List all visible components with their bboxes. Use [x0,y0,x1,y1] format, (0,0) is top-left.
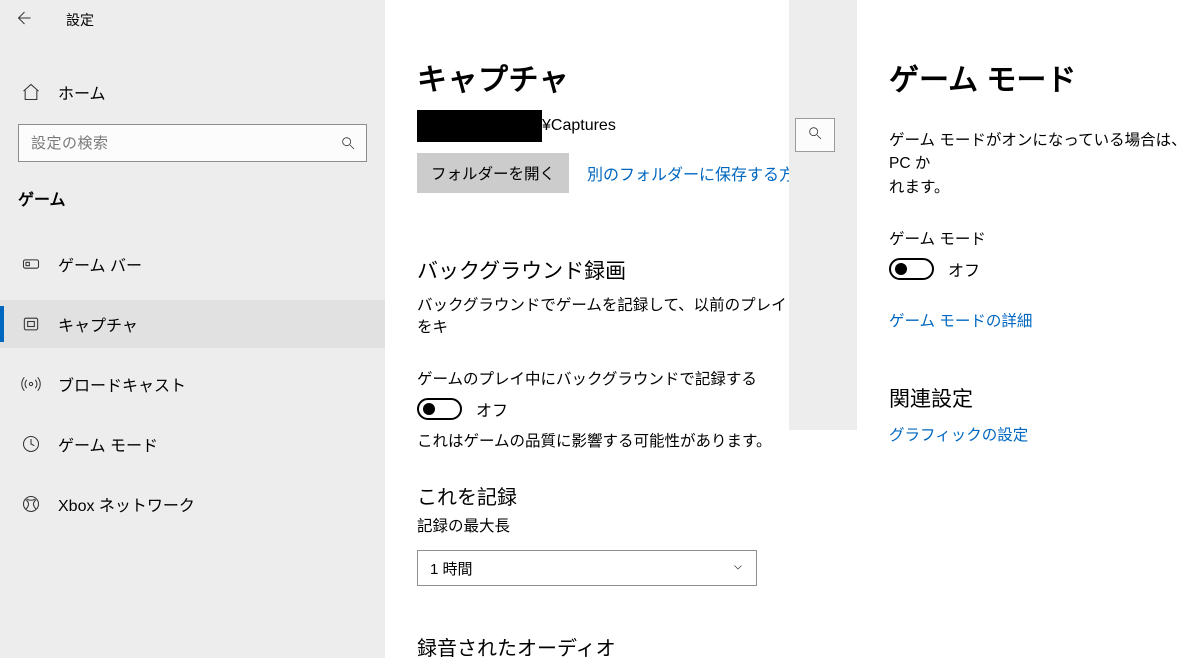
xbox-icon [20,493,42,515]
game-mode-panel: ゲーム モード ゲーム モードがオンになっている場合は、PC か れます。 ゲー… [857,0,1200,658]
redacted-path [417,110,542,142]
record-this-heading: これを記録 [417,481,857,510]
capture-icon [20,313,42,335]
sidebar-item-captures[interactable]: キャプチャ [0,300,385,348]
game-mode-details-link[interactable]: ゲーム モードの詳細 [889,313,1032,330]
arrow-left-icon [14,9,32,31]
select-value: 1 時間 [430,558,473,579]
titlebar: 設定 [0,0,385,40]
overlay-search-button[interactable] [795,118,835,152]
sidebar-item-xbox-network[interactable]: Xbox ネットワーク [0,480,385,528]
sidebar-item-label: ゲーム バー [58,252,142,276]
sidebar-item-label: Xbox ネットワーク [58,492,195,516]
sidebar-item-game-bar[interactable]: ゲーム バー [0,240,385,288]
open-folder-button[interactable]: フォルダーを開く [417,153,569,193]
background-record-toggle[interactable] [417,398,462,420]
sidebar-item-label: ゲーム モード [58,432,158,456]
search-input[interactable] [19,125,366,161]
record-this-sub: 記録の最大長 [417,514,857,536]
sidebar-item-label: キャプチャ [58,312,138,336]
home-label: ホーム [58,80,106,104]
game-mode-toggle-state: オフ [948,257,980,281]
background-record-note: これはゲームの品質に影響する可能性があります。 [417,429,857,451]
path-tail: ¥Captures [542,117,616,135]
search-icon [807,125,823,145]
gamemode-icon [20,433,42,455]
gamebar-icon [20,253,42,275]
game-mode-toggle[interactable] [889,258,934,280]
overlay-background-strip [789,0,857,430]
max-record-length-select[interactable]: 1 時間 [417,550,757,586]
related-settings-heading: 関連設定 [889,383,1200,413]
toggle-knob [895,263,907,275]
game-mode-body: ゲーム モードがオンになっている場合は、PC か れます。 [889,129,1200,199]
game-mode-title: ゲーム モード [889,55,1200,99]
background-toggle-state: オフ [476,397,508,421]
game-mode-toggle-label: ゲーム モード [889,227,1200,249]
settings-search[interactable] [18,124,367,162]
recorded-audio-heading: 録音されたオーディオ [417,632,857,658]
sidebar-item-home[interactable]: ホーム [0,70,385,114]
settings-sidebar: 設定 ホーム ゲーム ゲーム バー [0,0,385,658]
search-icon [340,135,356,151]
graphics-settings-link[interactable]: グラフィックの設定 [889,427,1028,444]
window-title: 設定 [66,10,94,30]
sidebar-item-game-mode[interactable]: ゲーム モード [0,420,385,468]
sidebar-section-label: ゲーム [0,162,385,220]
sidebar-item-broadcast[interactable]: ブロードキャスト [0,360,385,408]
background-recording-desc: バックグラウンドでゲームを記録して、以前のプレイをキ [417,293,797,337]
chevron-down-icon [732,560,744,577]
home-icon [20,81,42,103]
broadcast-icon [20,373,42,395]
toggle-knob [423,403,435,415]
other-folder-link[interactable]: 別のフォルダーに保存する方法 [587,161,811,185]
sidebar-item-label: ブロードキャスト [58,372,186,396]
captures-main-panel: キャプチャ ¥Captures フォルダーを開く 別のフォルダーに保存する方法 … [385,0,857,658]
back-button[interactable] [6,3,40,37]
